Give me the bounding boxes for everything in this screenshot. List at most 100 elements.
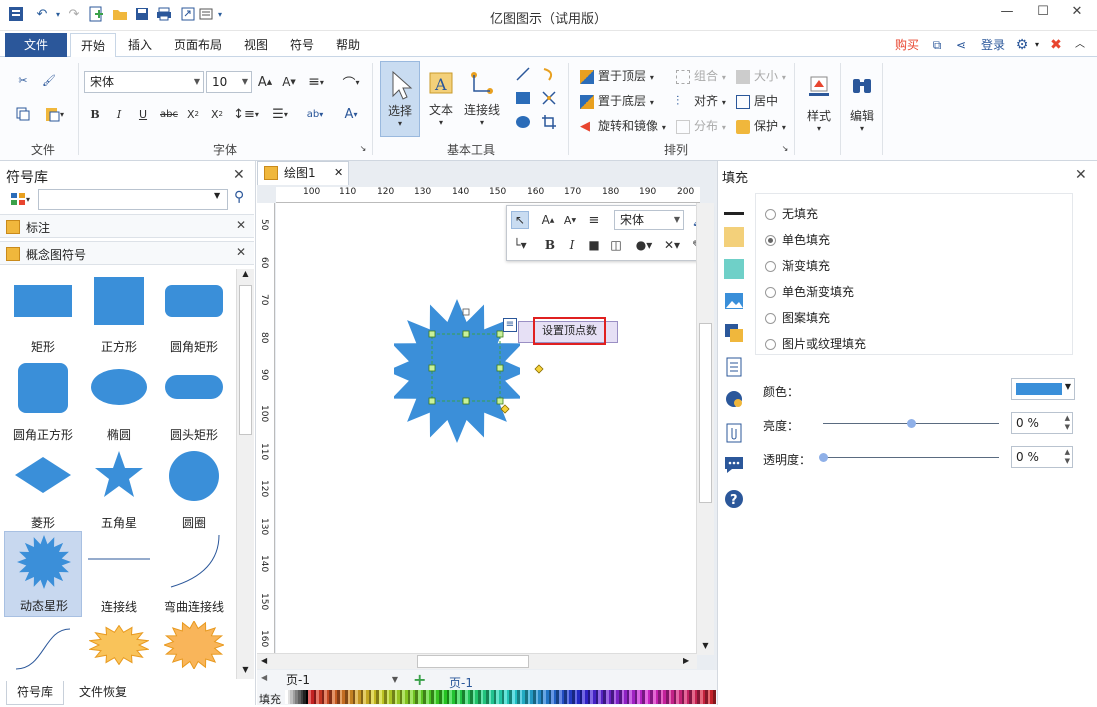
- color-picker[interactable]: ▼: [1011, 378, 1075, 400]
- scroll-down-icon[interactable]: ▼: [237, 665, 254, 679]
- settings-dropdown-icon[interactable]: ▾: [1032, 33, 1042, 57]
- shape-rounded-rectangle[interactable]: 圆角矩形: [155, 271, 233, 357]
- distribute-button[interactable]: 分布 ▾: [676, 117, 726, 134]
- radio-no-fill[interactable]: 无填充: [765, 205, 818, 222]
- shrink-font-icon[interactable]: A ▼: [280, 73, 298, 91]
- page-nav-prev-icon[interactable]: ◀: [261, 673, 267, 682]
- section-concept-map[interactable]: 概念图符号 ✕: [0, 241, 254, 265]
- brightness-spinner-icon[interactable]: ▲ ▼: [1065, 414, 1070, 432]
- canvas-horizontal-scrollbar[interactable]: ◀ ▶: [257, 653, 697, 669]
- canvas-scroll-thumb[interactable]: [699, 323, 712, 503]
- library-search-input[interactable]: [38, 189, 228, 210]
- close-section-icon[interactable]: ✕: [236, 218, 246, 232]
- connector-tool-button[interactable]: 连接线 ▾: [462, 63, 502, 133]
- close-document-icon[interactable]: ✕: [334, 162, 343, 184]
- copy-icon[interactable]: [14, 105, 32, 123]
- paste-icon[interactable]: ▾: [40, 105, 68, 123]
- scroll-up-icon[interactable]: ▲: [237, 269, 254, 283]
- superscript-icon[interactable]: X2: [208, 105, 226, 123]
- float-align-icon[interactable]: ≡: [585, 211, 603, 229]
- text-tool-button[interactable]: A 文本 ▾: [422, 63, 460, 133]
- page-properties-icon[interactable]: [724, 357, 744, 377]
- float-line-color-icon[interactable]: ●▾: [631, 236, 657, 254]
- attachment-icon[interactable]: [724, 423, 744, 443]
- center-button[interactable]: 居中: [736, 92, 778, 109]
- fill-icon[interactable]: [724, 195, 744, 215]
- crop-tool-icon[interactable]: [540, 113, 558, 131]
- set-vertex-count-tooltip[interactable]: 设置顶点数: [533, 317, 606, 345]
- layer-icon[interactable]: [724, 323, 744, 343]
- shape-dynamic-star[interactable]: 动态星形: [4, 531, 82, 617]
- tab-insert[interactable]: 插入: [120, 33, 160, 57]
- float-shadow-icon[interactable]: ◫: [607, 236, 625, 254]
- font-name-select[interactable]: 宋体 ▼: [84, 71, 204, 93]
- shape-connector[interactable]: 连接线: [80, 531, 158, 617]
- float-italic-icon[interactable]: I: [563, 236, 581, 254]
- subscript-icon[interactable]: X2: [184, 105, 202, 123]
- page-tab[interactable]: 页-1: [449, 674, 473, 691]
- float-bold-icon[interactable]: B: [541, 236, 559, 254]
- drawing-page[interactable]: ≡ 设置顶点数: [276, 203, 696, 653]
- search-icon[interactable]: ⚲: [234, 189, 244, 205]
- resize-handle[interactable]: [428, 364, 436, 372]
- palette-swatch[interactable]: [712, 690, 716, 704]
- collapse-ribbon-icon[interactable]: ︿: [1072, 33, 1088, 57]
- shape-rectangle[interactable]: 矩形: [4, 271, 82, 357]
- italic-icon[interactable]: I: [110, 105, 128, 123]
- shape-stadium[interactable]: 圆头矩形: [155, 359, 233, 445]
- share-window-icon[interactable]: ⧉: [928, 33, 946, 57]
- transparency-spinner-icon[interactable]: ▲ ▼: [1065, 448, 1070, 466]
- line-tool-icon[interactable]: [514, 65, 532, 83]
- shape-star[interactable]: 五角星: [80, 447, 158, 533]
- resize-handle[interactable]: [462, 330, 470, 338]
- color-palette[interactable]: [285, 690, 716, 704]
- radio-picture-fill[interactable]: 图片或纹理填充: [765, 335, 866, 352]
- close-section-icon[interactable]: ✕: [236, 245, 246, 259]
- shape-action-menu-icon[interactable]: ≡: [503, 318, 517, 332]
- line-spacing-icon[interactable]: ↕≡ ▾: [232, 105, 260, 123]
- resize-handle[interactable]: [496, 397, 504, 405]
- text-align-icon[interactable]: ≡ ▾: [304, 73, 328, 91]
- library-scroll-thumb[interactable]: [239, 285, 252, 435]
- shape-diamond[interactable]: 菱形: [4, 447, 82, 533]
- grow-font-icon[interactable]: A ▲: [256, 73, 274, 91]
- radio-solid-fill[interactable]: 单色填充: [765, 231, 830, 248]
- close-library-icon[interactable]: ✕: [233, 167, 245, 183]
- shape-square[interactable]: 正方形: [80, 271, 158, 357]
- section-callout[interactable]: 标注 ✕: [0, 214, 254, 238]
- share-icon[interactable]: ⋖: [952, 33, 970, 57]
- close-window-button[interactable]: ✕: [1062, 4, 1092, 24]
- scroll-down-icon[interactable]: ▼: [697, 641, 714, 655]
- font-dialog-launcher-icon[interactable]: ↘: [358, 143, 368, 153]
- transparency-slider[interactable]: [819, 453, 999, 462]
- shape-circle[interactable]: 圆圈: [155, 447, 233, 533]
- float-font-select[interactable]: 宋体 ▼: [614, 210, 684, 230]
- format-painter-icon[interactable]: 🖌: [40, 71, 58, 89]
- float-shrink-font-icon[interactable]: A ▼: [561, 211, 579, 229]
- style-button[interactable]: 样式 ▾: [800, 63, 838, 143]
- float-tools-icon[interactable]: ✕▾: [659, 236, 685, 254]
- selection-handles[interactable]: [394, 299, 544, 445]
- transparency-slider-knob[interactable]: [819, 453, 828, 462]
- tab-home[interactable]: 开始: [70, 33, 116, 58]
- shape-burst-1[interactable]: [80, 621, 158, 673]
- freeform-tool-icon[interactable]: [540, 89, 558, 107]
- scroll-right-icon[interactable]: ▶: [683, 656, 689, 665]
- text-path-icon[interactable]: ⌒ ▾: [336, 73, 366, 92]
- send-to-back-button[interactable]: 置于底层 ▾: [580, 92, 654, 109]
- library-scrollbar[interactable]: ▲ ▼: [236, 269, 254, 679]
- arc-tool-icon[interactable]: [540, 65, 558, 83]
- select-tool-button[interactable]: 选择 ▾: [380, 61, 420, 137]
- float-connector-icon[interactable]: └▾: [511, 236, 529, 254]
- float-select-icon[interactable]: ↖: [511, 211, 529, 229]
- image-icon[interactable]: [724, 291, 744, 311]
- login-link[interactable]: 登录: [976, 33, 1010, 57]
- resize-handle[interactable]: [496, 364, 504, 372]
- rotate-mirror-button[interactable]: ◀ 旋转和镜像 ▾: [580, 117, 666, 134]
- rotate-handle[interactable]: [462, 308, 470, 316]
- hyperlink-icon[interactable]: [724, 389, 744, 409]
- minimize-button[interactable]: —: [992, 4, 1022, 24]
- shape-curved-connector[interactable]: 弯曲连接线: [155, 531, 233, 617]
- close-fill-panel-icon[interactable]: ✕: [1075, 167, 1087, 183]
- comment-icon[interactable]: [724, 455, 744, 475]
